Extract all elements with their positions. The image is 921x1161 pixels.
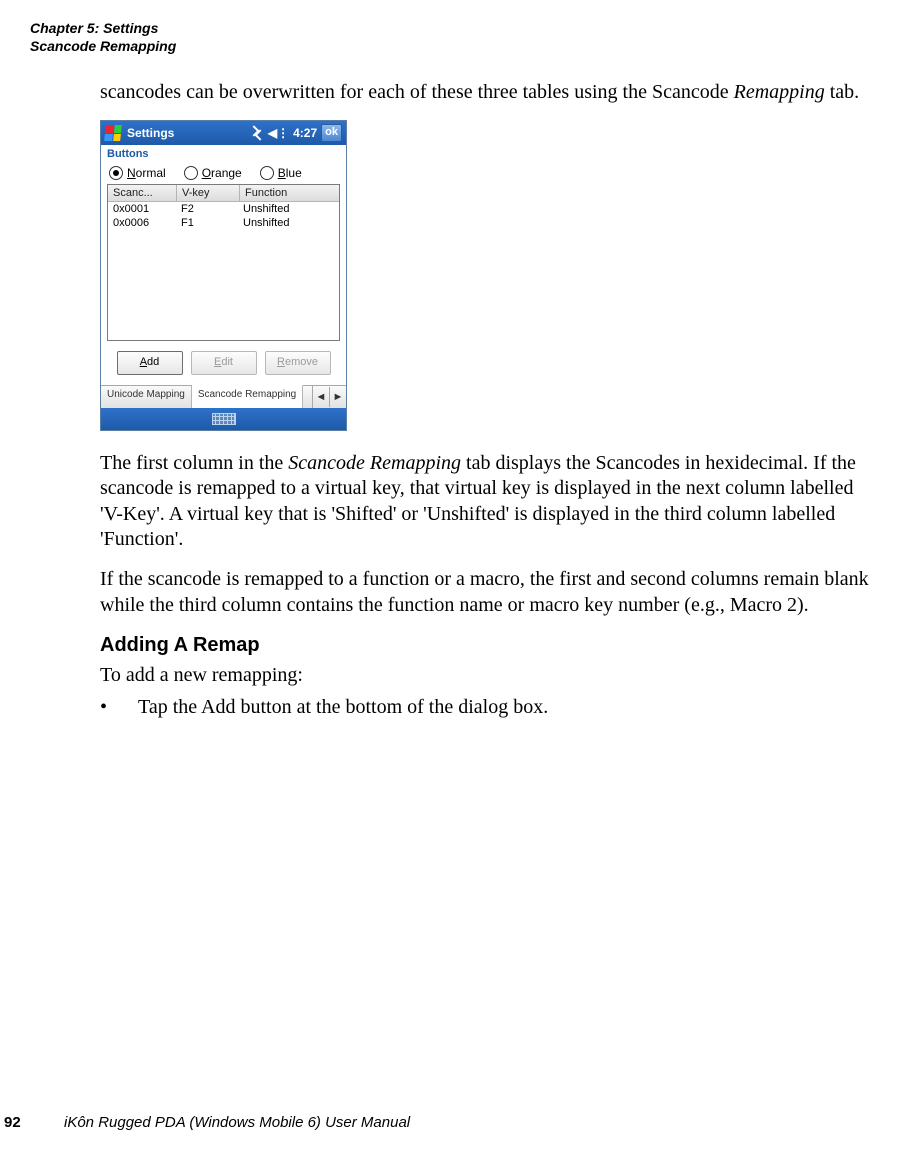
subheading: Adding A Remap [100,634,881,657]
text-italic: Scancode Remapping [288,452,461,474]
tab-scancode-remapping[interactable]: Scancode Remapping [192,385,303,408]
text-italic: Remapping [734,81,825,103]
edit-button[interactable]: Edit [191,351,257,375]
text-bold: Add [201,696,235,718]
tab-scroll-left-icon[interactable]: ◄ [313,387,330,407]
pda-screenshot: Settings ◀⋮ 4:27 ok Buttons Normal Orang… [100,120,347,431]
applet-title: Buttons [101,145,346,162]
chapter-line: Chapter 5: Settings [30,20,891,38]
button-row: Add Edit Remove [107,351,340,375]
text: button at the bottom of the dialog box. [235,696,548,718]
radio-normal[interactable]: Normal [109,166,166,180]
connectivity-icon[interactable] [250,127,264,139]
paragraph: If the scancode is remapped to a functio… [100,567,881,618]
page: Chapter 5: Settings Scancode Remapping s… [0,0,921,1161]
page-number: 92 [0,1114,64,1131]
add-button[interactable]: Add [117,351,183,375]
col-vkey[interactable]: V-key [177,185,240,201]
remove-button[interactable]: Remove [265,351,331,375]
mode-radios: Normal Orange Blue [107,166,340,180]
tab-strip: Unicode Mapping Scancode Remapping ◄ ► [101,385,346,408]
window-title: Settings [127,126,174,140]
text: The first column in the [100,452,288,474]
tab-scroll-right-icon[interactable]: ► [330,387,346,407]
table-row[interactable]: 0x0001 F2 Unshifted [108,202,339,216]
paragraph: To add a new remapping: [100,663,881,689]
page-footer: 92 iKôn Rugged PDA (Windows Mobile 6) Us… [0,1114,921,1131]
radio-dot-icon [260,166,274,180]
col-function[interactable]: Function [240,185,339,201]
text: scancodes can be overwritten for each of… [100,81,734,103]
tab-scroll: ◄ ► [312,386,346,408]
text: Tap the [138,696,201,718]
content-area: scancodes can be overwritten for each of… [100,80,881,720]
sip-keyboard-icon[interactable] [212,413,236,425]
paragraph: The first column in the Scancode Remappi… [100,451,881,553]
col-scancode[interactable]: Scanc... [108,185,177,201]
section-line: Scancode Remapping [30,38,891,56]
book-title: iKôn Rugged PDA (Windows Mobile 6) User … [64,1114,410,1131]
start-icon[interactable] [104,125,122,141]
radio-orange[interactable]: Orange [184,166,242,180]
titlebar: Settings ◀⋮ 4:27 ok [101,121,346,145]
table-row[interactable]: 0x0006 F1 Unshifted [108,216,339,230]
radio-dot-icon [109,166,123,180]
tab-unicode-mapping[interactable]: Unicode Mapping [101,386,192,408]
radio-blue[interactable]: Blue [260,166,302,180]
clock: 4:27 [293,126,317,140]
scancode-grid[interactable]: Scanc... V-key Function 0x0001 F2 Unshif… [107,184,340,341]
applet-body: Normal Orange Blue Scanc... V-key [101,162,346,385]
list-item: Tap the Add button at the bottom of the … [100,695,881,721]
grid-header[interactable]: Scanc... V-key Function [108,185,339,202]
bottom-bar [101,408,346,430]
bullet-list: Tap the Add button at the bottom of the … [100,695,881,721]
running-header: Chapter 5: Settings Scancode Remapping [30,20,891,55]
text: tab. [825,81,859,103]
volume-icon[interactable]: ◀⋮ [268,126,289,140]
radio-dot-icon [184,166,198,180]
ok-button[interactable]: ok [321,124,342,142]
intro-paragraph: scancodes can be overwritten for each of… [100,80,881,106]
